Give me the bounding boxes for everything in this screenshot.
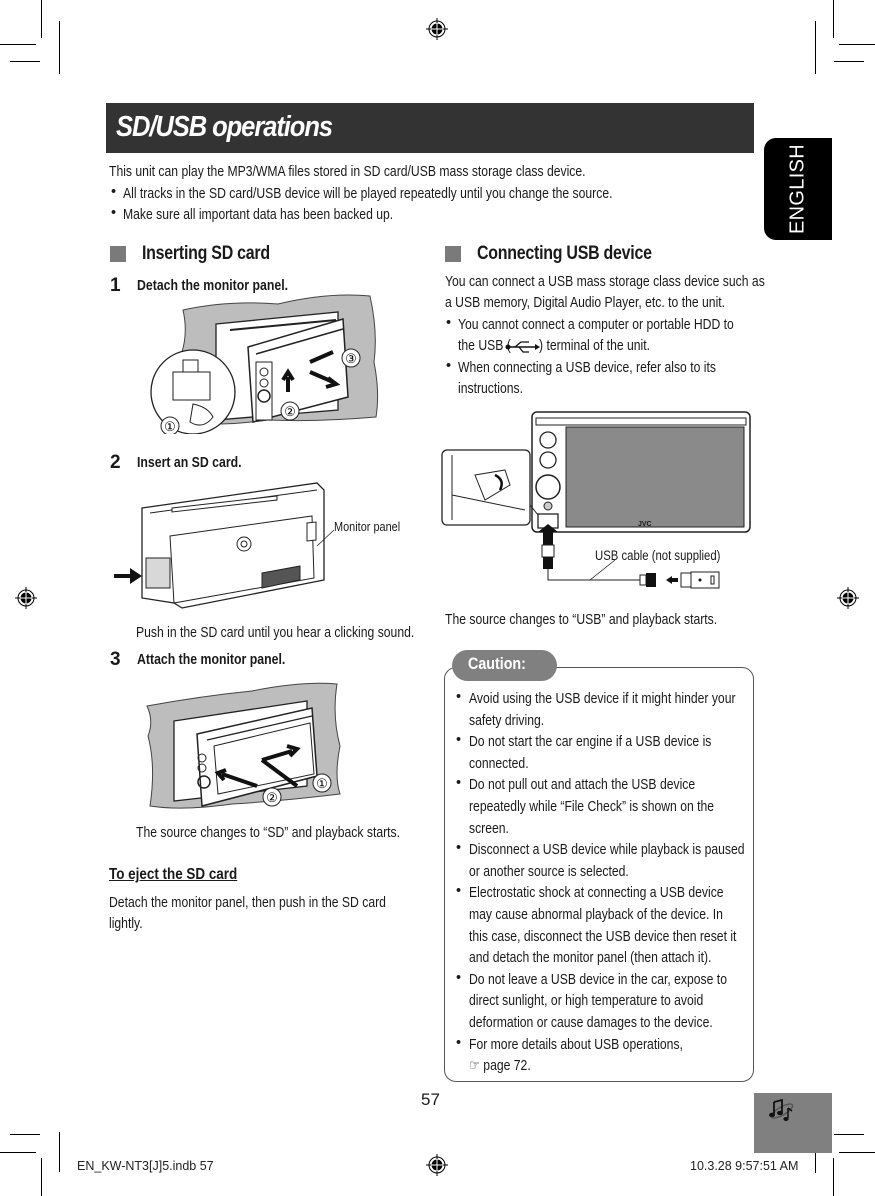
intro-bullet: All tracks in the SD card/USB device wil…: [123, 186, 613, 202]
usb-bullet: When connecting a USB device, refer also…: [458, 360, 716, 376]
footer-timestamp: 10.3.28 9:57:51 AM: [690, 1159, 799, 1173]
caution-item-line: For more details about USB operations,: [469, 1036, 683, 1053]
registration-mark-icon: [426, 18, 448, 40]
bullet: •: [111, 184, 117, 200]
crop-mark: [0, 44, 36, 45]
crop-mark: [834, 1134, 864, 1135]
bullet: •: [456, 689, 462, 705]
callout-2: ②: [266, 790, 278, 805]
bullet: •: [111, 205, 117, 221]
callout-2: ②: [284, 404, 296, 419]
caution-item-line: screen.: [469, 820, 509, 837]
crop-mark: [815, 21, 816, 74]
bullet: •: [456, 883, 462, 900]
step-number: 1: [110, 275, 121, 296]
page-title-bar: SD/USB operations: [106, 103, 754, 153]
crop-mark: [59, 1132, 60, 1172]
attach-panel-illustration: ② ①: [146, 682, 341, 809]
registration-mark-icon: [15, 587, 37, 609]
crop-mark: [0, 1152, 36, 1153]
caution-item-line: or another source is selected.: [469, 863, 629, 880]
crop-mark: [10, 1134, 40, 1135]
crop-mark: [10, 61, 40, 62]
language-tab-label: ENGLISH: [786, 144, 809, 234]
caution-label: Caution:: [468, 654, 526, 673]
crop-mark: [815, 1151, 816, 1173]
step-number: 3: [110, 649, 121, 670]
bullet: •: [456, 969, 462, 986]
detach-panel-illustration: ① ② ③: [150, 294, 379, 434]
bullet: •: [456, 840, 462, 857]
caution-badge: Caution:: [452, 650, 557, 681]
bullet: •: [456, 1034, 462, 1051]
intro-text: This unit can play the MP3/WMA files sto…: [109, 164, 586, 180]
monitor-panel-label: Monitor panel: [334, 519, 401, 534]
section-heading-usb: Connecting USB device: [445, 243, 745, 265]
crop-mark: [41, 1158, 42, 1196]
callout-1: ①: [164, 419, 176, 434]
caution-item-line: repeatedly while “File Check” is shown o…: [469, 799, 715, 815]
eject-heading: To eject the SD card: [109, 866, 238, 883]
section-heading-inserting: Inserting SD card: [110, 243, 410, 265]
caution-item-line: connected.: [469, 755, 529, 772]
usb-bullet-part: ) terminal of the unit.: [539, 338, 651, 354]
caution-item-line: this case, disconnect the USB device the…: [469, 928, 737, 945]
crop-mark: [839, 44, 875, 45]
eject-text: lightly.: [109, 916, 143, 932]
step-3-note: The source changes to “SD” and playback …: [136, 825, 401, 841]
caution-item-line: Do not start the car engine if a USB dev…: [469, 734, 712, 751]
usb-cable-label: USB cable (not supplied): [595, 548, 721, 563]
step-2-note: Push in the SD card until you hear a cli…: [136, 625, 415, 641]
section-marker: [445, 246, 461, 262]
caution-item-line: Do not leave a USB device in the car, ex…: [469, 971, 727, 988]
bullet: •: [456, 775, 462, 792]
section-title: Connecting USB device: [477, 243, 652, 264]
usb-result-text: The source changes to “USB” and playback…: [445, 612, 718, 628]
caution-item-line: Avoid using the USB device if it might h…: [469, 691, 736, 707]
usb-icon: [505, 341, 540, 353]
intro-bullet: Make sure all important data has been ba…: [123, 207, 394, 223]
section-title: Inserting SD card: [142, 243, 270, 264]
caution-item-line: Electrostatic shock at connecting a USB …: [469, 885, 724, 902]
bullet: •: [446, 315, 452, 331]
registration-mark-icon: [837, 587, 859, 609]
bullet: •: [446, 358, 452, 374]
section-marker: [110, 246, 126, 262]
caution-item-line[interactable]: ☞ page 72.: [469, 1056, 531, 1078]
caution-item-line: may cause abnormal playback of the devic…: [469, 907, 723, 923]
insert-sd-card-illustration: [114, 482, 335, 609]
usb-bullet: You cannot connect a computer or portabl…: [458, 317, 734, 333]
music-notes-icon: [769, 1098, 794, 1121]
crop-mark: [834, 61, 864, 62]
crop-mark: [59, 21, 60, 74]
crop-mark: [833, 1158, 834, 1196]
caution-item-line: direct sunlight, or high temperature to …: [469, 993, 704, 1010]
step-label: Attach the monitor panel.: [137, 651, 286, 668]
crop-mark: [839, 1152, 875, 1153]
step-number: 2: [110, 452, 121, 473]
caution-item-line: Do not pull out and attach the USB devic…: [469, 777, 696, 794]
caution-item-line: deformation or cause damages to the devi…: [469, 1015, 713, 1031]
usb-bullet-part: the USB (: [458, 338, 511, 354]
bullet: •: [456, 732, 462, 749]
language-tab: ENGLISH: [764, 138, 832, 240]
caution-item-line: and detach the monitor panel (then attac…: [469, 950, 712, 967]
callout-3: ③: [345, 351, 357, 366]
caution-item-line: safety driving.: [469, 712, 545, 729]
crop-mark: [41, 0, 42, 38]
brand-logo: JVC: [638, 521, 652, 528]
usb-bullet: instructions.: [458, 381, 523, 397]
usb-intro: You can connect a USB mass storage class…: [445, 274, 765, 290]
page-title: SD/USB operations: [116, 111, 333, 143]
usb-intro: a USB memory, Digital Audio Player, etc.…: [445, 295, 726, 311]
callout-1: ①: [316, 776, 328, 791]
footer-file-info: EN_KW-NT3[J]5.indb 57: [77, 1159, 214, 1173]
page-number: 57: [421, 1090, 440, 1109]
eject-text: Detach the monitor panel, then push in t…: [109, 895, 386, 911]
registration-mark-icon: [426, 1154, 448, 1176]
step-label: Insert an SD card.: [137, 454, 242, 471]
music-section-tab: [754, 1093, 832, 1153]
crop-mark: [833, 0, 834, 38]
caution-item-line: Disconnect a USB device while playback i…: [469, 842, 745, 859]
